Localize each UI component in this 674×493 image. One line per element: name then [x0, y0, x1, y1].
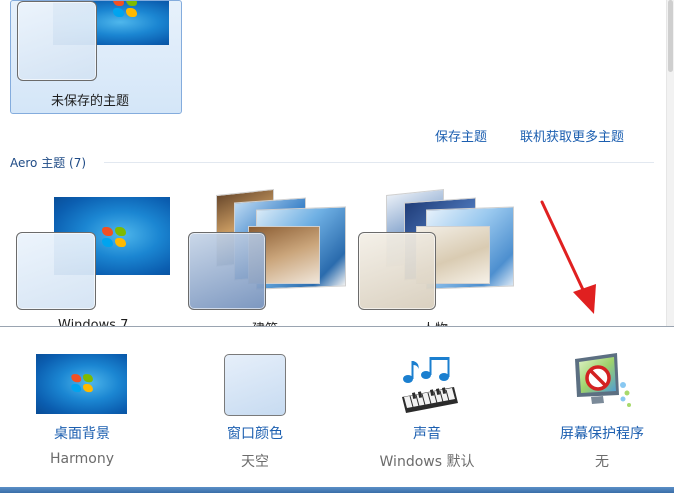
sounds-title: 声音: [413, 426, 441, 442]
screen-saver-setting[interactable]: 屏幕保护程序 无: [527, 327, 674, 477]
theme-unsaved[interactable]: 未保存的主题: [10, 0, 182, 114]
desktop-background-title: 桌面背景: [54, 426, 110, 442]
desktop-background-setting[interactable]: 桌面背景 Harmony: [7, 327, 157, 477]
window-color-icon: [224, 354, 286, 416]
theme-architecture[interactable]: 建筑: [186, 186, 346, 337]
theme-settings-bar: 桌面背景 Harmony 窗口颜色 天空 声音 Windows 默认 屏幕保护程…: [0, 326, 674, 493]
window-bottom-edge: [0, 487, 674, 493]
sounds-value: Windows 默认: [379, 454, 475, 470]
theme-unsaved-glass: [17, 1, 97, 81]
theme-unsaved-label: 未保存的主题: [51, 94, 130, 109]
vertical-scrollbar[interactable]: [666, 0, 674, 326]
sounds-icon: [402, 357, 458, 413]
sounds-setting[interactable]: 声音 Windows 默认: [352, 327, 502, 477]
screen-saver-title: 屏幕保护程序: [560, 426, 644, 442]
theme-windows7-glass: [16, 232, 96, 310]
get-more-themes-online-link[interactable]: 联机获取更多主题: [520, 126, 624, 145]
aero-themes-divider: [104, 162, 654, 163]
windows-logo-icon: [102, 227, 128, 249]
window-color-title: 窗口颜色: [227, 426, 283, 442]
scrollbar-thumb[interactable]: [668, 0, 673, 72]
window-color-setting[interactable]: 窗口颜色 天空: [180, 327, 330, 477]
theme-characters[interactable]: 人物: [356, 186, 516, 337]
red-arrow-annotation: [540, 200, 596, 314]
aero-themes-heading: Aero 主题 (7): [10, 156, 87, 170]
windows-logo-icon: [113, 1, 139, 19]
screen-saver-icon: [575, 353, 631, 407]
desktop-background-value: Harmony: [50, 451, 114, 467]
windows-logo-icon: [71, 374, 94, 394]
save-theme-link[interactable]: 保存主题: [435, 126, 487, 145]
theme-windows7[interactable]: Windows 7: [14, 190, 174, 333]
screen-saver-value: 无: [595, 454, 609, 470]
desktop-background-icon: [36, 354, 127, 414]
window-color-value: 天空: [241, 454, 269, 470]
theme-characters-glass: [358, 232, 436, 310]
theme-architecture-glass: [188, 232, 266, 310]
